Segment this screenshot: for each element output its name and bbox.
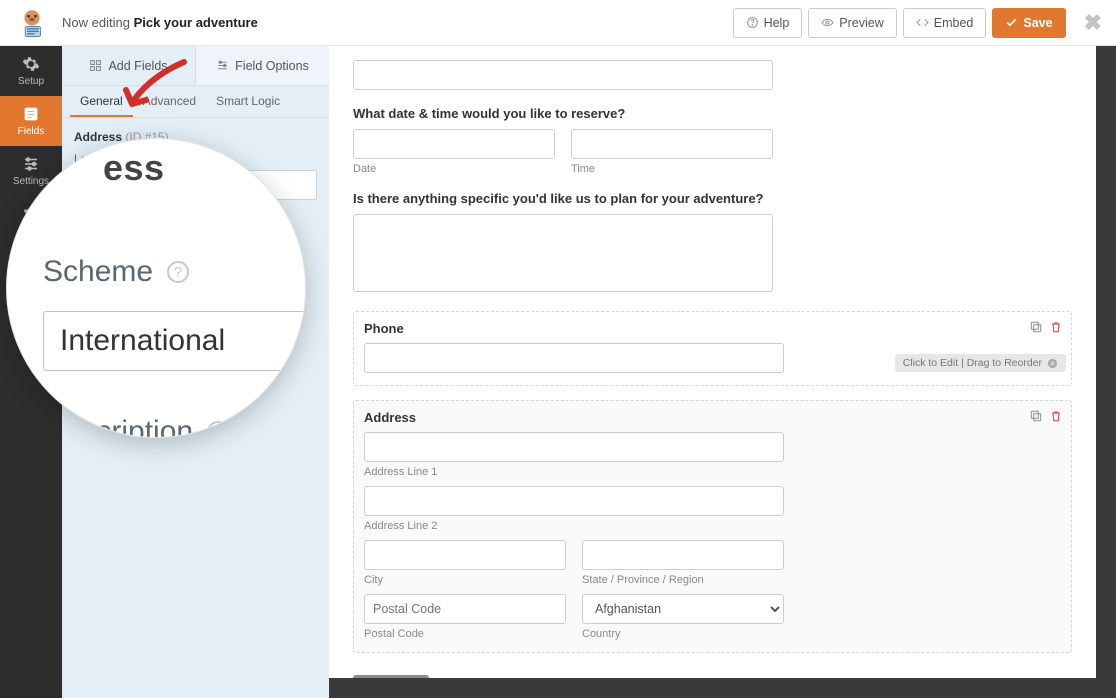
time-input[interactable] [571, 129, 773, 159]
postal-input[interactable] [364, 594, 566, 624]
date-input[interactable] [353, 129, 555, 159]
help-icon: ? [207, 421, 229, 438]
scheme-label: Scheme [43, 255, 153, 289]
gear-icon [22, 55, 40, 73]
phone-title: Phone [364, 321, 1061, 336]
city-label: City [364, 574, 566, 586]
rail-setup[interactable]: Setup [0, 46, 62, 96]
question-specific: Is there anything specific you'd like us… [353, 191, 1072, 206]
address-title: Address [364, 410, 1061, 425]
phone-input[interactable] [364, 343, 784, 373]
trash-icon[interactable] [1049, 320, 1063, 334]
form-icon [22, 105, 40, 123]
tab-field-options[interactable]: Field Options [196, 46, 329, 85]
description-label: Description [43, 415, 193, 438]
address-line2-input[interactable] [364, 486, 784, 516]
help-button[interactable]: Help [733, 8, 803, 38]
address-field-card[interactable]: Address Address Line 1 Address Line 2 Ci… [353, 400, 1072, 653]
city-input[interactable] [364, 540, 566, 570]
magnifier-cut-title: ess [103, 147, 277, 189]
close-hint-icon[interactable] [1047, 358, 1058, 369]
preview-button[interactable]: Preview [808, 8, 896, 38]
subtab-smart-logic[interactable]: Smart Logic [206, 86, 290, 117]
state-input[interactable] [582, 540, 784, 570]
help-icon: ? [167, 261, 189, 283]
country-label: Country [582, 628, 784, 640]
country-select[interactable]: Afghanistan [582, 594, 784, 624]
top-bar: Now editing Pick your adventure Help Pre… [0, 0, 1116, 46]
specific-textarea[interactable] [353, 214, 773, 292]
embed-button[interactable]: Embed [903, 8, 987, 38]
reorder-hint: Click to Edit | Drag to Reorder [895, 354, 1066, 372]
save-button[interactable]: Save [992, 8, 1065, 38]
address-line2-label: Address Line 2 [364, 520, 1061, 532]
logo-icon [14, 5, 50, 41]
subtab-advanced[interactable]: Advanced [133, 86, 206, 117]
subtab-general[interactable]: General [70, 86, 133, 117]
close-icon[interactable]: ✖ [1084, 10, 1102, 36]
question-datetime: What date & time would you like to reser… [353, 106, 1072, 121]
eye-icon [821, 16, 834, 29]
submit-button[interactable]: Submit [353, 675, 429, 678]
state-label: State / Province / Region [582, 574, 784, 586]
code-icon [916, 16, 929, 29]
duplicate-icon[interactable] [1029, 409, 1043, 423]
magnifier-overlay: ess Scheme ? International Description ? [6, 138, 306, 438]
scheme-value[interactable]: International [43, 311, 306, 371]
sliders-icon [216, 59, 229, 72]
address-line1-label: Address Line 1 [364, 466, 1061, 478]
check-icon [1005, 16, 1018, 29]
trash-icon[interactable] [1049, 409, 1063, 423]
editing-label: Now editing Pick your adventure [62, 15, 258, 30]
duplicate-icon[interactable] [1029, 320, 1043, 334]
date-sublabel: Date [353, 163, 555, 175]
grid-icon [89, 59, 102, 72]
phone-field-card[interactable]: Phone Click to Edit | Drag to Reorder [353, 311, 1072, 386]
tab-add-fields[interactable]: Add Fields [62, 46, 196, 85]
form-canvas: What date & time would you like to reser… [329, 46, 1096, 678]
generic-input-top[interactable] [353, 60, 773, 90]
postal-label: Postal Code [364, 628, 566, 640]
editing-prefix: Now editing [62, 15, 130, 30]
time-sublabel: Time [571, 163, 773, 175]
address-line1-input[interactable] [364, 432, 784, 462]
help-icon [746, 16, 759, 29]
form-name: Pick your adventure [134, 15, 258, 30]
